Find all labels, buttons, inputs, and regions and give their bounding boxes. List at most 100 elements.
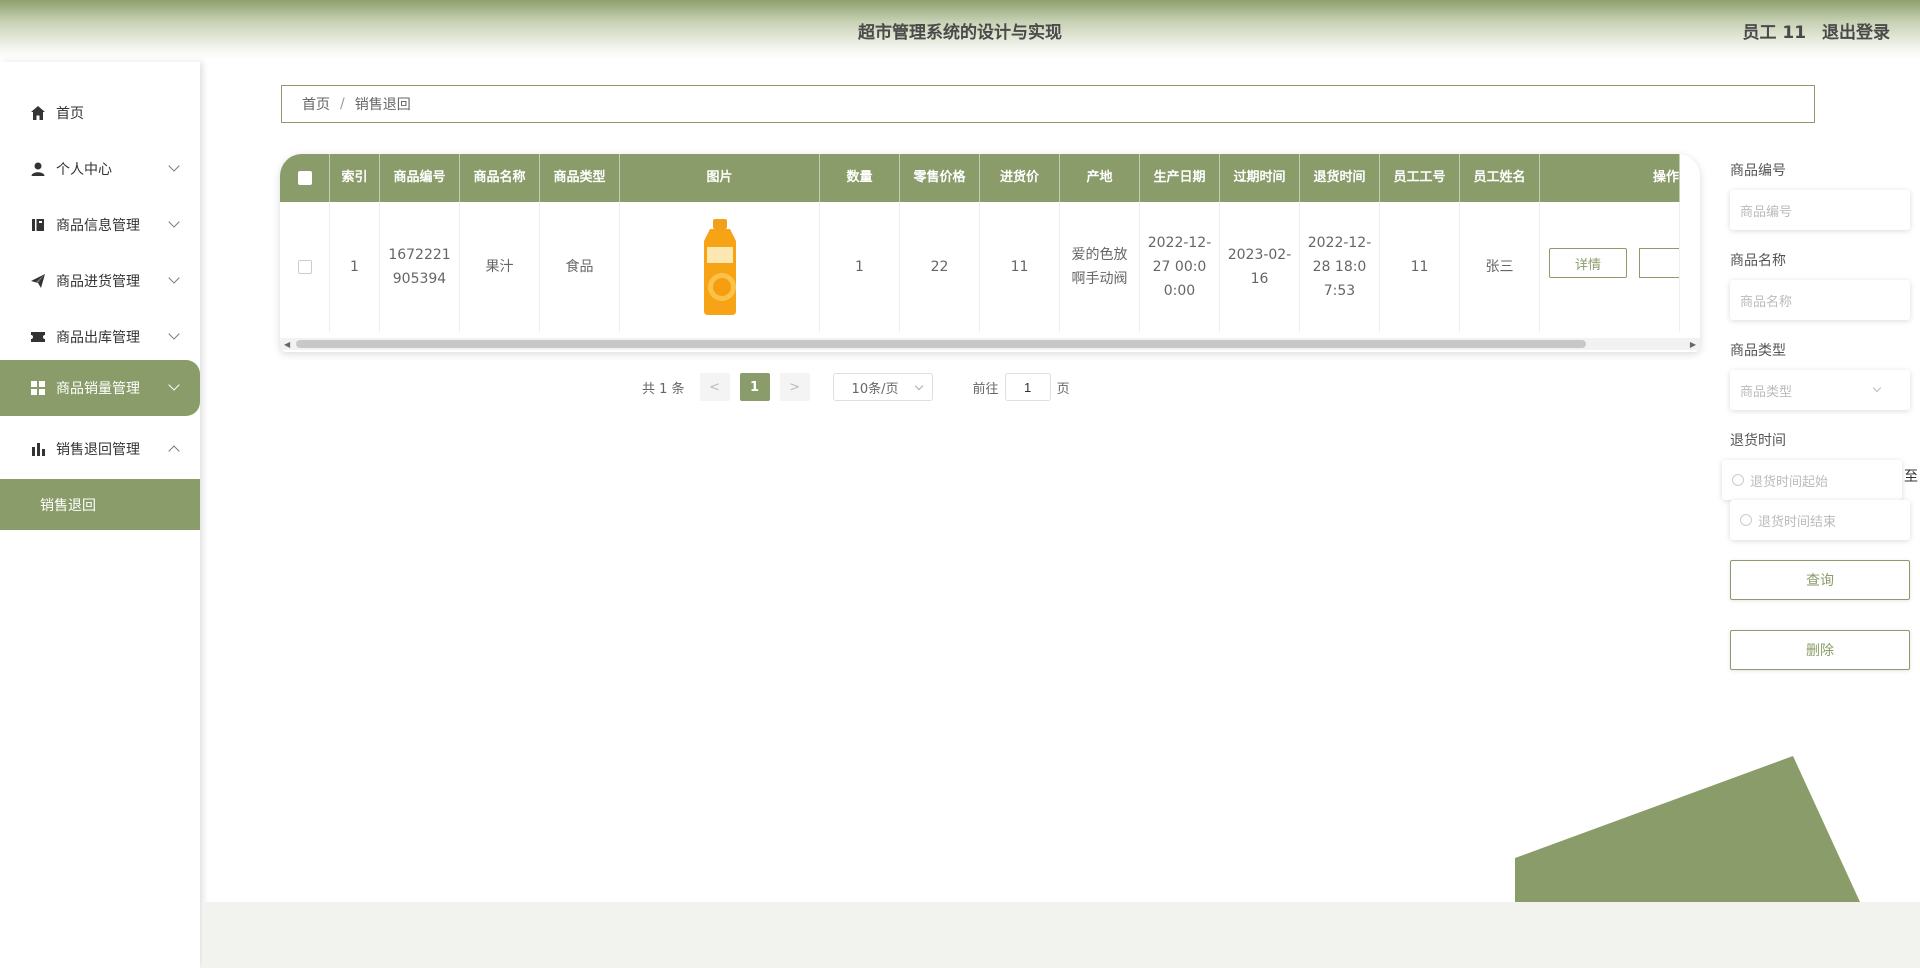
cell-return-time: 2022-12-28 18:07:53 — [1300, 202, 1380, 332]
page-number-button[interactable]: 1 — [739, 373, 770, 401]
column-header: 数量 — [820, 154, 900, 202]
clock-icon — [1732, 474, 1744, 486]
edit-button[interactable] — [1639, 248, 1679, 278]
column-header: 过期时间 — [1220, 154, 1300, 202]
breadcrumb-current: 销售退回 — [354, 97, 411, 113]
sidebar-item-product-outbound[interactable]: 商品出库管理 — [0, 309, 200, 365]
breadcrumb-home[interactable]: 首页 — [302, 94, 330, 114]
cell-purchase-price: 11 — [980, 202, 1060, 332]
sidebar-item-label: 商品进货管理 — [56, 274, 140, 290]
cell-actions: 详情 — [1540, 202, 1680, 332]
scroll-left-icon[interactable]: ◀ — [284, 340, 290, 349]
user-area: 员工 11 退出登录 — [1733, 18, 1891, 43]
goto-suffix: 页 — [1056, 381, 1070, 397]
chevron-down-icon — [168, 328, 180, 340]
next-page-button[interactable]: > — [779, 373, 810, 401]
cell-index: 1 — [330, 202, 380, 332]
pagination-total: 共 1 条 — [642, 381, 685, 397]
sidebar-item-profile[interactable]: 个人中心 — [0, 141, 200, 197]
top-header: 超市管理系统的设计与实现 员工 11 退出登录 — [0, 0, 1920, 60]
column-header: 操作 — [1540, 154, 1680, 202]
sidebar-item-label: 商品销量管理 — [56, 381, 140, 397]
prev-page-button[interactable]: < — [699, 373, 730, 401]
sidebar-item-product-info[interactable]: 商品信息管理 — [0, 197, 200, 253]
chevron-down-icon — [168, 272, 180, 284]
table-horizontal-scrollbar[interactable]: ◀ ▶ — [280, 338, 1700, 350]
sidebar: 首页 个人中心 商品信息管理 商品进货管理 商品出库管理 商品销量管理 销售退回… — [0, 62, 200, 968]
column-header: 员工工号 — [1380, 154, 1460, 202]
column-header: 进货价 — [980, 154, 1060, 202]
product-type-label: 商品类型 — [1730, 343, 1786, 359]
sidebar-item-product-purchase[interactable]: 商品进货管理 — [0, 253, 200, 309]
breadcrumb-separator: / — [340, 96, 345, 112]
table-header: 索引 商品编号 商品名称 商品类型 图片 数量 零售价格 进货价 产地 生产日期… — [280, 154, 1680, 202]
cell-image — [620, 202, 820, 332]
cell-product-no: 1672221905394 — [380, 202, 460, 332]
query-button[interactable]: 查询 — [1730, 560, 1910, 600]
column-header: 图片 — [620, 154, 820, 202]
chevron-down-icon — [914, 381, 923, 391]
sidebar-subitem-sales-return[interactable]: 销售退回 — [0, 479, 200, 530]
row-checkbox[interactable] — [297, 260, 312, 274]
detail-button[interactable]: 详情 — [1549, 248, 1627, 278]
delete-button[interactable]: 删除 — [1730, 630, 1910, 670]
clock-icon — [1740, 514, 1752, 526]
goto-label: 前往 — [972, 381, 999, 397]
sidebar-item-label: 商品出库管理 — [56, 330, 140, 346]
sidebar-item-sales-volume[interactable]: 商品销量管理 — [0, 360, 200, 416]
select-all-checkbox[interactable] — [297, 170, 312, 185]
user-icon — [31, 162, 45, 176]
return-time-start-input[interactable]: 退货时间起始 — [1722, 460, 1902, 500]
product-type-placeholder: 商品类型 — [1740, 384, 1793, 400]
goto-page-input[interactable] — [1004, 373, 1051, 401]
return-time-label: 退货时间 — [1730, 433, 1786, 449]
cell-employee-no: 11 — [1380, 202, 1460, 332]
chevron-up-icon — [168, 445, 180, 457]
column-header: 商品编号 — [380, 154, 460, 202]
logout-link[interactable]: 退出登录 — [1822, 23, 1890, 43]
cell-product-type: 食品 — [540, 202, 620, 332]
column-header: 商品名称 — [460, 154, 540, 202]
bar-chart-icon — [32, 443, 45, 456]
cell-product-name: 果汁 — [460, 202, 540, 332]
sidebar-item-home[interactable]: 首页 — [0, 85, 200, 141]
column-header: 索引 — [330, 154, 380, 202]
product-name-label: 商品名称 — [1730, 253, 1786, 269]
book-icon — [32, 219, 44, 231]
sidebar-item-label: 商品信息管理 — [56, 218, 140, 234]
ticket-icon — [31, 332, 45, 342]
chevron-down-icon — [168, 160, 180, 172]
cell-employee-name: 张三 — [1460, 202, 1540, 332]
column-header: 商品类型 — [540, 154, 620, 202]
page-size-select[interactable]: 10条/页 — [832, 373, 933, 401]
return-start-placeholder: 退货时间起始 — [1750, 474, 1829, 490]
column-header: 员工姓名 — [1460, 154, 1540, 202]
cell-origin: 爱的色放啊手动阀 — [1060, 202, 1140, 332]
cell-quantity: 1 — [820, 202, 900, 332]
header-select-all[interactable] — [280, 154, 330, 202]
column-header: 生产日期 — [1140, 154, 1220, 202]
cell-expiry-date: 2023-02-16 — [1220, 202, 1300, 332]
sidebar-item-label: 销售退回管理 — [56, 442, 140, 458]
grid-icon — [31, 381, 45, 395]
product-no-input[interactable]: 商品编号 — [1730, 190, 1910, 230]
column-header: 产地 — [1060, 154, 1140, 202]
app-title: 超市管理系统的设计与实现 — [858, 23, 1062, 43]
return-end-placeholder: 退货时间结束 — [1758, 514, 1837, 530]
return-time-end-input[interactable]: 退货时间结束 — [1730, 500, 1910, 540]
home-icon — [31, 106, 45, 120]
product-type-select[interactable]: 商品类型 — [1730, 370, 1910, 410]
chevron-down-icon — [168, 379, 180, 391]
table-row: 1 1672221905394 果汁 食品 1 22 11 爱的色放啊手动阀 2… — [280, 202, 1680, 332]
footer-background — [202, 902, 1920, 968]
breadcrumb: 首页 / 销售退回 — [281, 85, 1815, 123]
column-header: 退货时间 — [1300, 154, 1380, 202]
decorative-shape — [1515, 756, 1860, 902]
column-header: 零售价格 — [900, 154, 980, 202]
data-table: 索引 商品编号 商品名称 商品类型 图片 数量 零售价格 进货价 产地 生产日期… — [280, 154, 1700, 352]
scroll-right-icon[interactable]: ▶ — [1690, 340, 1696, 349]
sidebar-item-sales-return[interactable]: 销售退回管理 — [0, 421, 200, 477]
product-name-input[interactable]: 商品名称 — [1730, 280, 1910, 320]
scrollbar-thumb[interactable] — [296, 340, 1586, 348]
chevron-down-icon — [1872, 383, 1882, 393]
